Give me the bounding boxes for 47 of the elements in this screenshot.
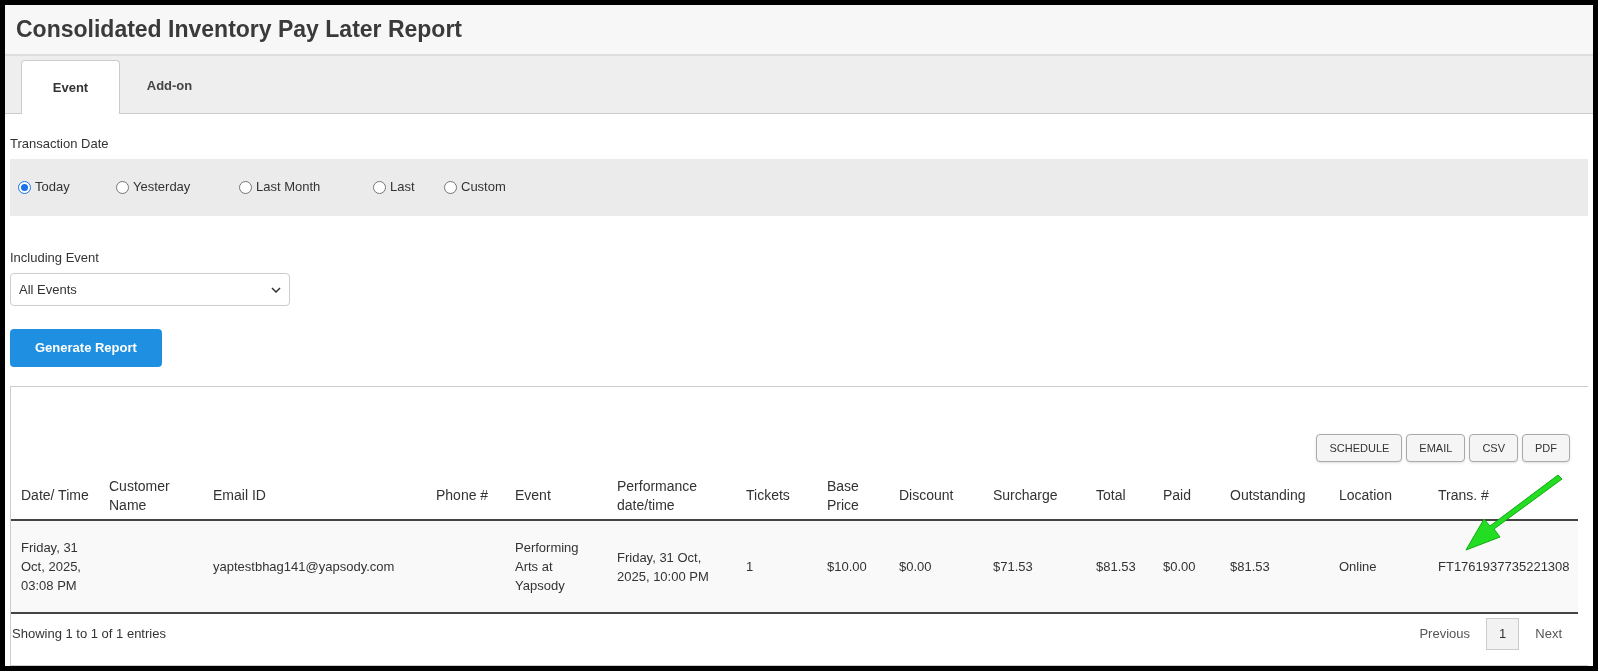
column-header[interactable]: Location: [1329, 472, 1428, 520]
table-cell: Performing Arts at Yapsody: [515, 540, 579, 593]
column-header[interactable]: Performance date/time: [607, 472, 736, 520]
field-label: Including Event: [10, 248, 100, 267]
table-cell: $81.53: [1230, 559, 1270, 574]
column-header[interactable]: Event: [505, 472, 607, 520]
table-cell: $0.00: [1163, 559, 1196, 574]
page-title: Consolidated Inventory Pay Later Report: [16, 15, 463, 45]
column-header[interactable]: Outstanding: [1220, 472, 1329, 520]
export-button[interactable]: PDF: [1522, 434, 1570, 462]
table-cell: Friday, 31 Oct, 2025, 03:08 PM: [21, 540, 81, 593]
table-cell: $10.00: [827, 559, 867, 574]
column-header[interactable]: Customer Name: [99, 472, 203, 520]
export-button[interactable]: EMAIL: [1406, 434, 1466, 462]
column-header[interactable]: Base Price: [817, 472, 889, 520]
date-radio-option[interactable]: Last Month: [239, 177, 373, 197]
column-header[interactable]: Discount: [889, 472, 983, 520]
pagination-button[interactable]: 1: [1486, 618, 1520, 650]
table-cell: FT1761937735221308: [1438, 559, 1570, 574]
column-header[interactable]: Surcharge: [983, 472, 1086, 520]
column-header[interactable]: Paid: [1153, 472, 1220, 520]
column-header[interactable]: Phone #: [426, 472, 505, 520]
pagination-button[interactable]: Previous: [1403, 618, 1487, 650]
column-header[interactable]: Tickets: [736, 472, 817, 520]
column-header[interactable]: Date/ Time: [11, 472, 99, 520]
table-cell: $0.00: [899, 559, 932, 574]
export-button[interactable]: CSV: [1469, 434, 1518, 462]
table-cell: Online: [1339, 559, 1377, 574]
event-select[interactable]: All Events: [10, 273, 290, 306]
table-cell: 1: [746, 559, 754, 574]
entries-info: Showing 1 to 1 of 1 entries: [12, 625, 166, 644]
date-radio-option[interactable]: Custom: [444, 177, 534, 197]
tab[interactable]: Event: [21, 60, 120, 114]
column-header[interactable]: Trans. #: [1428, 472, 1578, 520]
table-cell: Friday, 31 Oct, 2025, 10:00 PM: [617, 549, 709, 584]
field-label: Transaction Date: [10, 135, 110, 153]
column-header[interactable]: Email ID: [203, 472, 426, 520]
date-radio-option[interactable]: Last: [373, 177, 444, 197]
export-button[interactable]: SCHEDULE: [1316, 434, 1403, 462]
tab[interactable]: Add-on: [120, 59, 219, 113]
table-cell: yaptestbhag141@yapsody.com: [213, 559, 395, 574]
pagination-button[interactable]: Next: [1519, 618, 1578, 650]
table-cell: $71.53: [993, 559, 1033, 574]
table-cell: $81.53: [1096, 559, 1136, 574]
date-radio-option[interactable]: Yesterday: [116, 177, 239, 197]
column-header[interactable]: Total: [1086, 472, 1153, 520]
date-radio-option[interactable]: Today: [18, 177, 116, 197]
